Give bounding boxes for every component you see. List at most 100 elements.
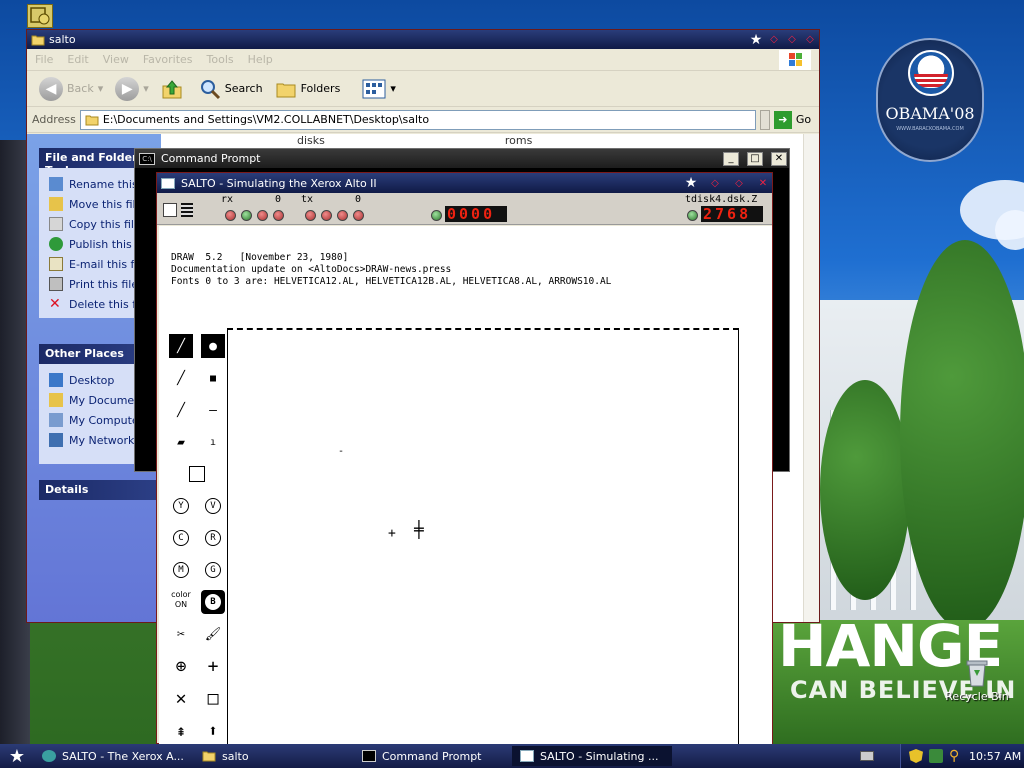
menu-tools[interactable]: Tools (207, 53, 234, 66)
forward-button[interactable]: ▶ ▾ (111, 75, 153, 103)
chevron-down-icon: ▾ (390, 82, 396, 95)
brush-horizontal-tool[interactable]: – (201, 398, 225, 422)
line-thin-tool[interactable]: ╱ (169, 334, 193, 358)
star-icon: ★ (8, 745, 26, 767)
recycle-bin[interactable]: Recycle Bin (942, 656, 1012, 703)
address-input[interactable]: E:\Documents and Settings\VM2.COLLABNET\… (79, 109, 756, 130)
salto-window[interactable]: SALTO - Simulating the Xerox Alto II ★ ◇… (156, 172, 773, 748)
tx-label: tx (301, 194, 314, 205)
up-arrow-icon[interactable]: ⬆ (201, 718, 225, 742)
brush-vertical-tool[interactable]: ı (201, 430, 225, 454)
tool-circle-m[interactable]: M (169, 558, 193, 582)
chevron-down-icon: ▾ (97, 82, 104, 95)
folders-icon (276, 83, 296, 97)
tree (820, 380, 910, 600)
tx-count: 0 (355, 194, 362, 205)
tool-circle-g[interactable]: G (201, 558, 225, 582)
tool-circle-c[interactable]: C (169, 526, 193, 550)
alto-display[interactable]: DRAW 5.2 [November 23, 1980] Documentati… (159, 226, 772, 748)
line-medium-tool[interactable]: ╱ (169, 366, 193, 390)
folders-button[interactable]: Folders (271, 77, 345, 101)
floppy-icon[interactable] (163, 203, 177, 217)
cursor-double-cross-icon: ╪ (414, 520, 424, 539)
x-icon[interactable]: ✕ (169, 686, 193, 710)
start-button[interactable]: ★ (0, 744, 34, 768)
details-header[interactable]: Details (39, 480, 159, 500)
salto-app-icon (42, 750, 56, 762)
shield-icon[interactable] (909, 749, 923, 763)
line-thick-tool[interactable]: ╱ (169, 398, 193, 422)
tool-circle-y[interactable]: Y (169, 494, 193, 518)
explorer-title-bar[interactable]: salto ★ ◇ ◇ ◇ (27, 30, 819, 49)
salto-minimize-button[interactable]: ◇ (706, 175, 724, 191)
search-icon[interactable]: ⚲ (949, 749, 963, 763)
menu-view[interactable]: View (103, 53, 129, 66)
minimize-button[interactable]: ◇ (765, 32, 783, 48)
desktop-shortcut-icon[interactable] (27, 4, 53, 28)
menu-help[interactable]: Help (248, 53, 273, 66)
square-icon[interactable]: □ (201, 686, 225, 710)
views-button[interactable]: ▾ (358, 77, 400, 101)
windows-logo-icon (779, 50, 811, 70)
folder-icon (85, 115, 99, 125)
explorer-toolbar: ◀ Back ▾ ▶ ▾ Search Folders ▾ (27, 71, 819, 107)
folder-icon (31, 35, 45, 45)
globe-icon (49, 237, 63, 251)
cloud (995, 210, 1024, 250)
brush-icon[interactable]: 🖌 (201, 622, 225, 646)
network-icon[interactable] (929, 749, 943, 763)
cmd-minimize-button[interactable]: _ (723, 151, 739, 166)
salto-close-button[interactable]: ✕ (754, 175, 772, 191)
salto-title-bar[interactable]: SALTO - Simulating the Xerox Alto II ★ ◇… (157, 173, 772, 193)
plus-icon[interactable]: + (201, 654, 225, 678)
address-dropdown-button[interactable] (759, 109, 770, 130)
search-icon (200, 79, 220, 99)
rx-count: 0 (275, 194, 282, 205)
menu-favorites[interactable]: Favorites (143, 53, 193, 66)
address-bar: Address E:\Documents and Settings\VM2.CO… (27, 107, 819, 133)
tool-circle-r[interactable]: R (201, 526, 225, 550)
tool-circle-v[interactable]: V (201, 494, 225, 518)
cmd-maximize-button[interactable]: □ (747, 151, 763, 166)
up-arrow-bar-icon[interactable]: ⇞ (169, 718, 193, 742)
crosshair-circle-icon[interactable]: ⊕ (169, 654, 193, 678)
task-salto-simulating[interactable]: SALTO - Simulating ... (512, 746, 672, 766)
explorer-menubar: File Edit View Favorites Tools Help (27, 49, 819, 71)
menu-file[interactable]: File (35, 53, 53, 66)
film-icon[interactable] (181, 203, 193, 217)
up-folder-button[interactable] (157, 76, 187, 102)
salto-maximize-button[interactable]: ◇ (730, 175, 748, 191)
task-salto-xerox[interactable]: SALTO - The Xerox A... (34, 746, 194, 766)
obama-badge: OBAMA'08 WWW.BARACKOBAMA.COM (876, 38, 984, 162)
tool-bold[interactable]: B (201, 590, 225, 614)
maximize-button[interactable]: ◇ (783, 32, 801, 48)
box-tool[interactable] (185, 462, 209, 486)
obama-logo-icon (908, 50, 954, 96)
color-toggle[interactable]: color ON (166, 590, 196, 610)
back-button[interactable]: ◀ Back ▾ (35, 75, 107, 103)
brush-round-tool[interactable]: ● (201, 334, 225, 358)
up-folder-icon (162, 79, 182, 98)
cmd-close-button[interactable]: ✕ (771, 151, 787, 166)
views-icon (362, 79, 386, 98)
search-button[interactable]: Search (195, 76, 267, 102)
move-icon (49, 197, 63, 211)
scissors-icon[interactable]: ✂ (169, 622, 193, 646)
task-command-prompt[interactable]: Command Prompt (354, 746, 514, 766)
draw-canvas[interactable]: - + ╪ (227, 328, 739, 748)
brush-square-tool[interactable]: ■ (201, 366, 225, 390)
close-button[interactable]: ◇ (801, 32, 819, 48)
explorer-scrollbar[interactable] (803, 134, 819, 622)
rx-led (241, 210, 252, 221)
address-label: Address (32, 113, 76, 126)
line-wide-tool[interactable]: ▰ (169, 430, 193, 454)
disk-led (687, 210, 698, 221)
menu-edit[interactable]: Edit (67, 53, 88, 66)
system-tray: ⚲ 10:57 AM (900, 744, 1024, 768)
go-button[interactable]: ➜ Go (773, 110, 811, 129)
clock[interactable]: 10:57 AM (969, 750, 1021, 763)
explorer-title: salto (49, 33, 76, 46)
cmd-title-bar[interactable]: C:\ Command Prompt _ □ ✕ (135, 149, 789, 168)
keyboard-icon[interactable] (860, 751, 874, 761)
task-salto-folder[interactable]: salto (194, 746, 354, 766)
